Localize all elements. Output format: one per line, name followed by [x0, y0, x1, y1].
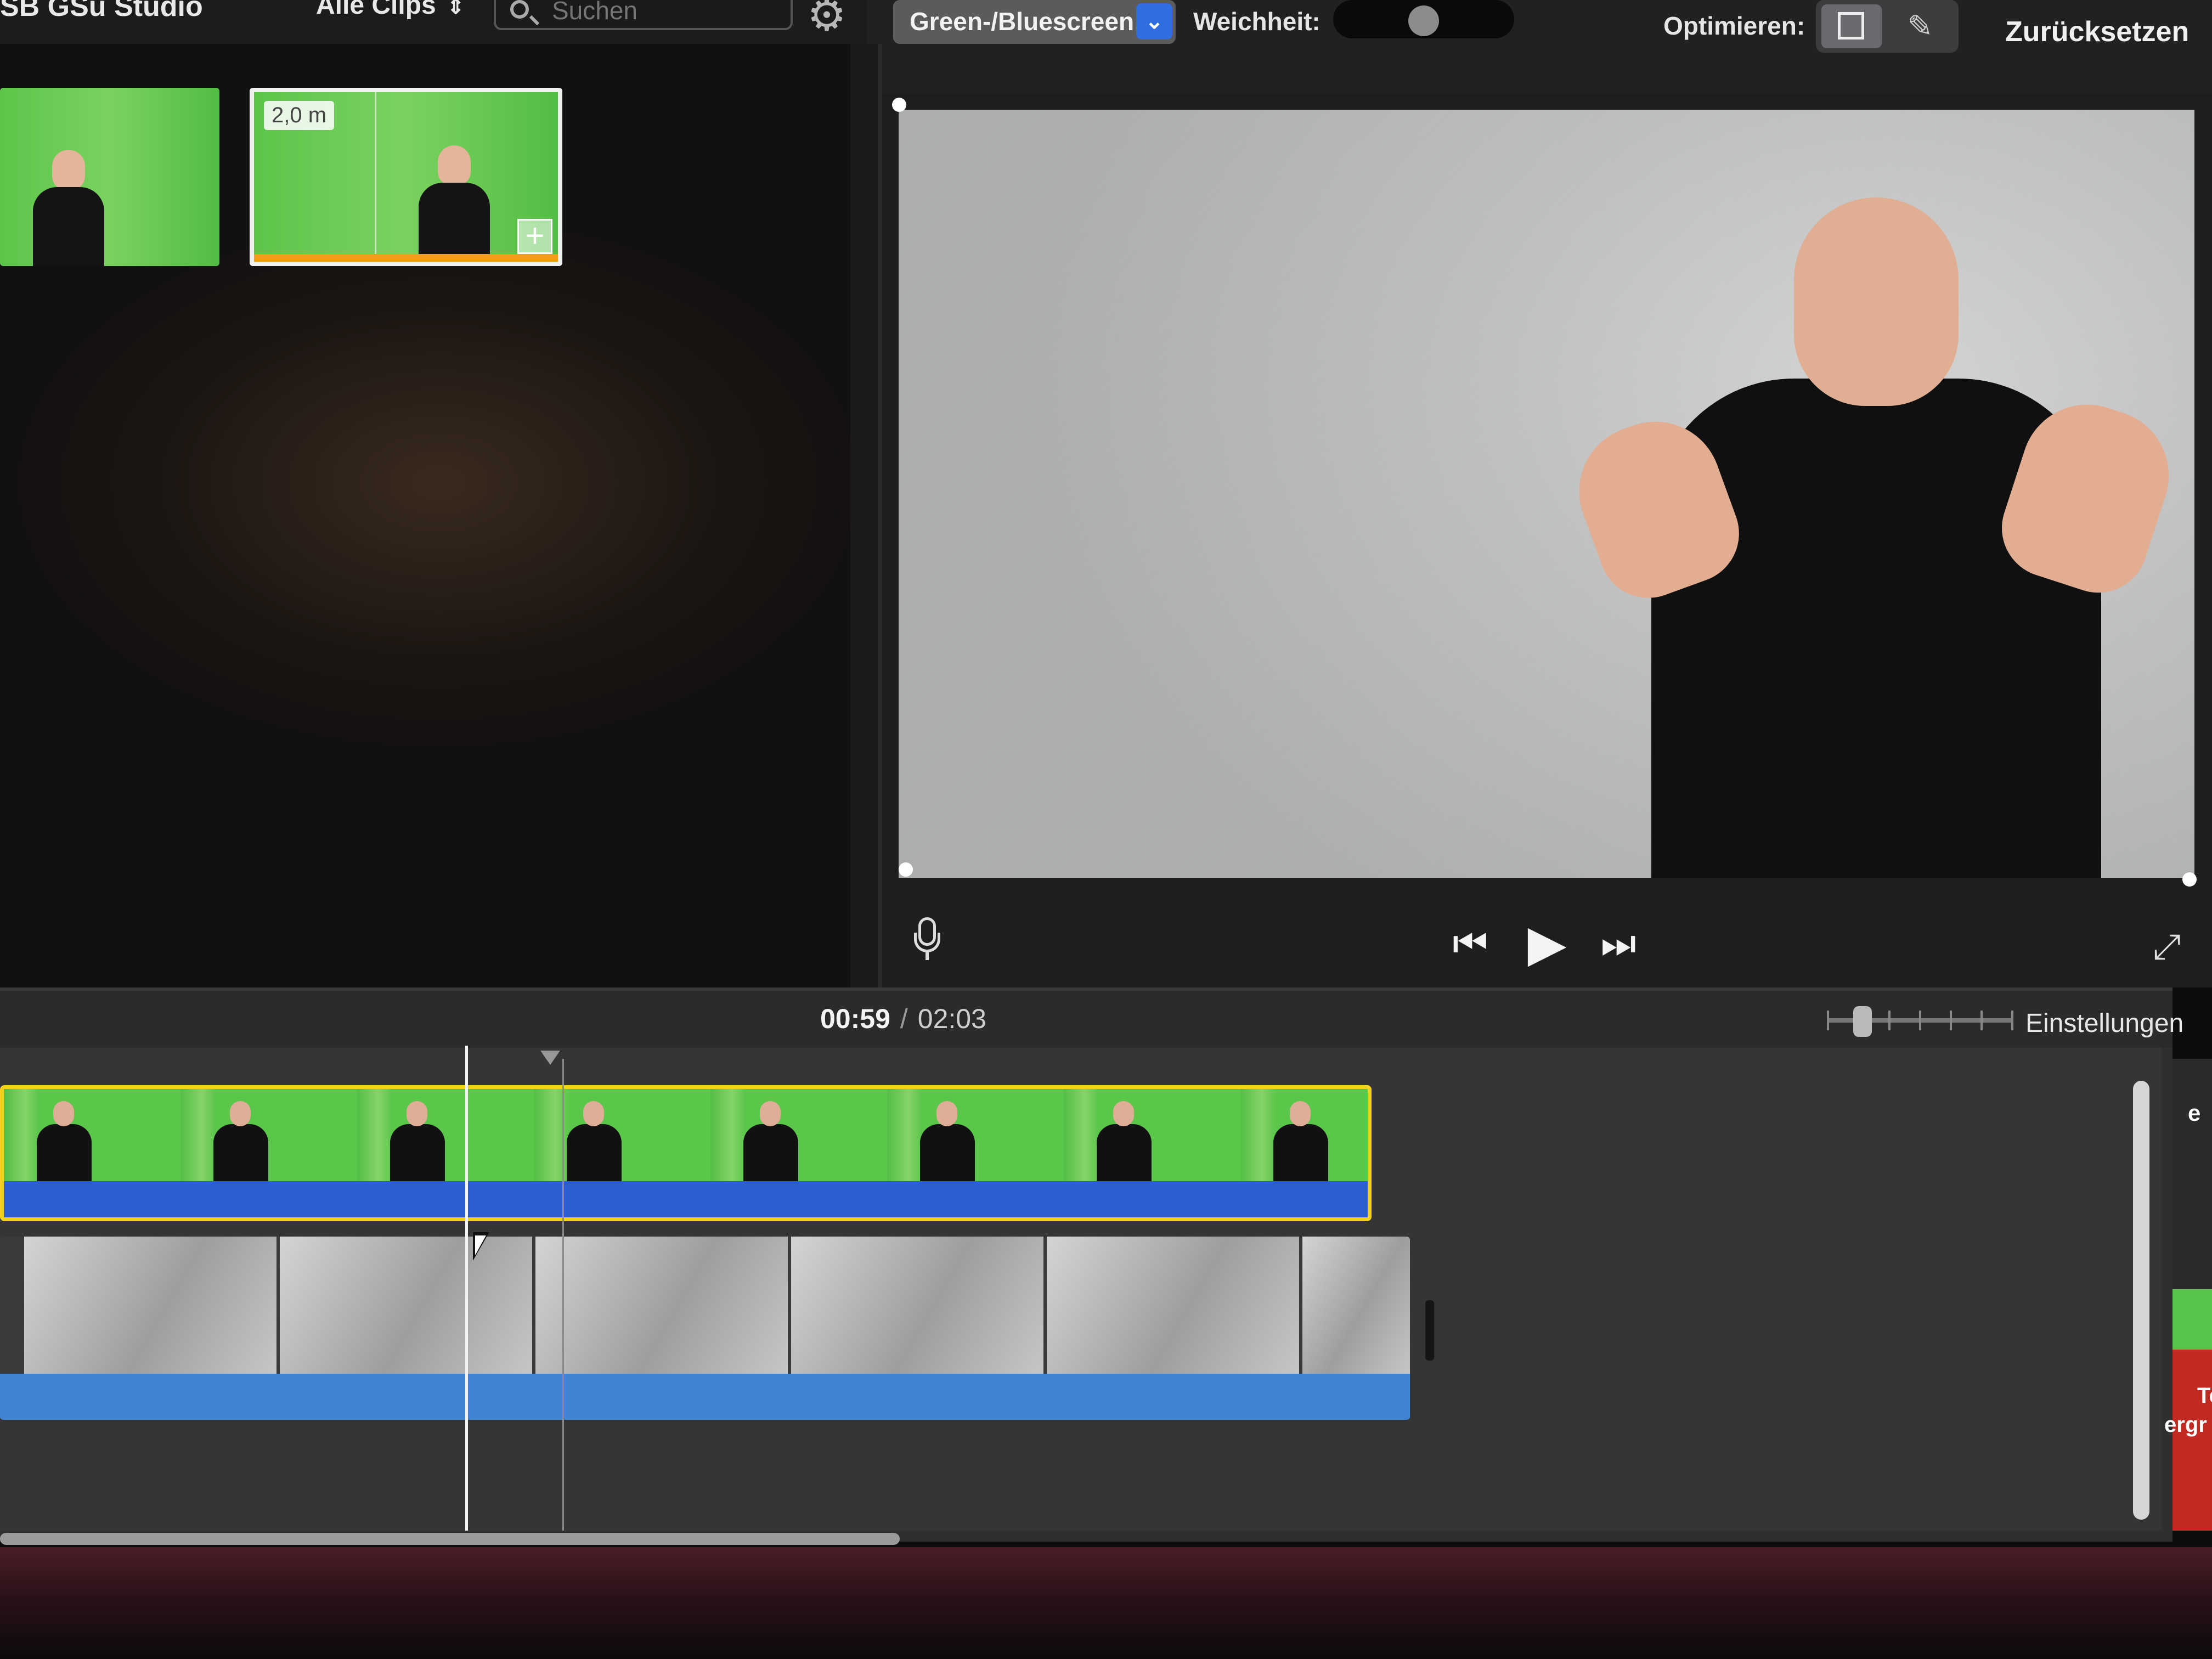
clips-filter-dropdown[interactable]: Alle Clips ⇕ — [316, 0, 465, 20]
timecode-separator: / — [900, 1003, 908, 1034]
side-panel-red-block — [2172, 1350, 2212, 1531]
crop-handle-top-left[interactable] — [892, 98, 906, 112]
side-panel-text: ergr — [2164, 1413, 2207, 1437]
playhead[interactable] — [465, 1046, 468, 1531]
search-input[interactable] — [551, 0, 783, 27]
eraser-icon: ✎ — [1907, 9, 1933, 43]
pane-divider[interactable] — [850, 44, 882, 988]
library-title: SB GSu Studio — [0, 0, 203, 22]
play-icon[interactable]: ▶ — [1520, 916, 1575, 971]
clip-filmstrip-divider — [375, 92, 376, 262]
timecode-display: 00:59 / 02:03 — [820, 1003, 986, 1035]
clip-used-range — [254, 254, 558, 262]
filmstrip-frame — [31, 1101, 97, 1181]
skip-back-icon[interactable]: ⏮ — [1446, 922, 1495, 966]
skimmer-marker — [540, 1051, 560, 1065]
timeline-zoom-knob[interactable] — [1853, 1006, 1872, 1037]
filmstrip-frame — [1047, 1237, 1299, 1374]
clip-audio-track — [4, 1181, 1368, 1217]
clip-thumbnail[interactable] — [0, 88, 219, 266]
side-panel-peek — [2172, 1059, 2212, 1531]
timeline-settings-button[interactable]: Einstellungen — [2025, 1008, 2183, 1039]
chevron-down-icon: ⌄ — [1136, 3, 1172, 40]
up-down-chevron-icon: ⇕ — [447, 0, 465, 19]
filmstrip-frame — [791, 1237, 1043, 1374]
keyer-mode-select[interactable]: Green-/Bluescreen ⌄ — [893, 0, 1176, 44]
magnifier-icon — [510, 0, 529, 19]
filmstrip-frame — [385, 1101, 450, 1181]
skimmer-line — [562, 1059, 564, 1531]
softness-slider-knob[interactable] — [1408, 5, 1439, 36]
clip-duration-badge: 2,0 m — [264, 101, 335, 130]
clip-audio-track — [0, 1374, 1410, 1420]
filmstrip-frame — [1302, 1237, 1410, 1374]
filmstrip-frame — [1268, 1101, 1334, 1181]
timeline-vertical-scrollbar[interactable] — [2133, 1081, 2149, 1520]
add-to-timeline-icon[interactable]: + — [517, 219, 552, 254]
clip-thumbnail-selected[interactable]: 2,0 m + — [250, 88, 562, 266]
timeline-clip-background[interactable] — [0, 1237, 1410, 1420]
skip-forward-icon[interactable]: ⏭ — [1594, 922, 1643, 966]
crop-handle-bottom-right[interactable] — [2182, 872, 2197, 887]
filmstrip-frame — [738, 1101, 804, 1181]
clip-person-figure — [413, 130, 495, 262]
timeline-clip-greenscreen[interactable] — [0, 1085, 1372, 1221]
side-panel-text: Te — [2197, 1384, 2212, 1408]
eraser-button[interactable]: ✎ — [1887, 4, 1953, 48]
keyer-mode-label: Green-/Bluescreen — [910, 7, 1135, 36]
current-time: 00:59 — [820, 1003, 890, 1034]
optimize-label: Optimieren: — [1663, 12, 1805, 40]
fullscreen-icon[interactable]: ⤢ — [2145, 924, 2189, 968]
microphone-icon[interactable] — [911, 917, 944, 961]
total-time: 02:03 — [917, 1003, 986, 1034]
reset-button[interactable]: Zurücksetzen — [2005, 15, 2189, 48]
clip-trim-handle[interactable] — [1425, 1300, 1434, 1361]
timeline-header — [0, 988, 2172, 1048]
monitor-bezel — [0, 1547, 2212, 1659]
viewer-presenter — [1560, 198, 2194, 878]
crop-button[interactable] — [1821, 4, 1882, 48]
search-field[interactable] — [494, 0, 793, 30]
filmstrip-frame — [208, 1101, 274, 1181]
clip-person-figure — [27, 134, 110, 266]
crop-icon — [1838, 12, 1864, 40]
side-panel-text: e — [2188, 1100, 2201, 1126]
filmstrip-frame — [24, 1237, 276, 1374]
clip-filmstrip — [0, 1237, 1410, 1374]
filmstrip-frame — [535, 1237, 788, 1374]
timeline-horizontal-scrollbar[interactable] — [0, 1533, 900, 1545]
mouse-pointer-icon — [473, 1232, 489, 1261]
softness-label: Weichheit: — [1193, 7, 1321, 36]
gear-icon[interactable]: ⚙ — [802, 0, 851, 37]
side-panel-green-block — [2172, 1289, 2212, 1350]
filmstrip-frame — [1091, 1101, 1157, 1181]
filmstrip-frame — [915, 1101, 980, 1181]
filmstrip-frame — [561, 1101, 627, 1181]
clips-filter-label: Alle Clips — [316, 0, 436, 20]
filmstrip-frame — [280, 1237, 532, 1374]
crop-handle-bottom-left[interactable] — [899, 862, 913, 877]
